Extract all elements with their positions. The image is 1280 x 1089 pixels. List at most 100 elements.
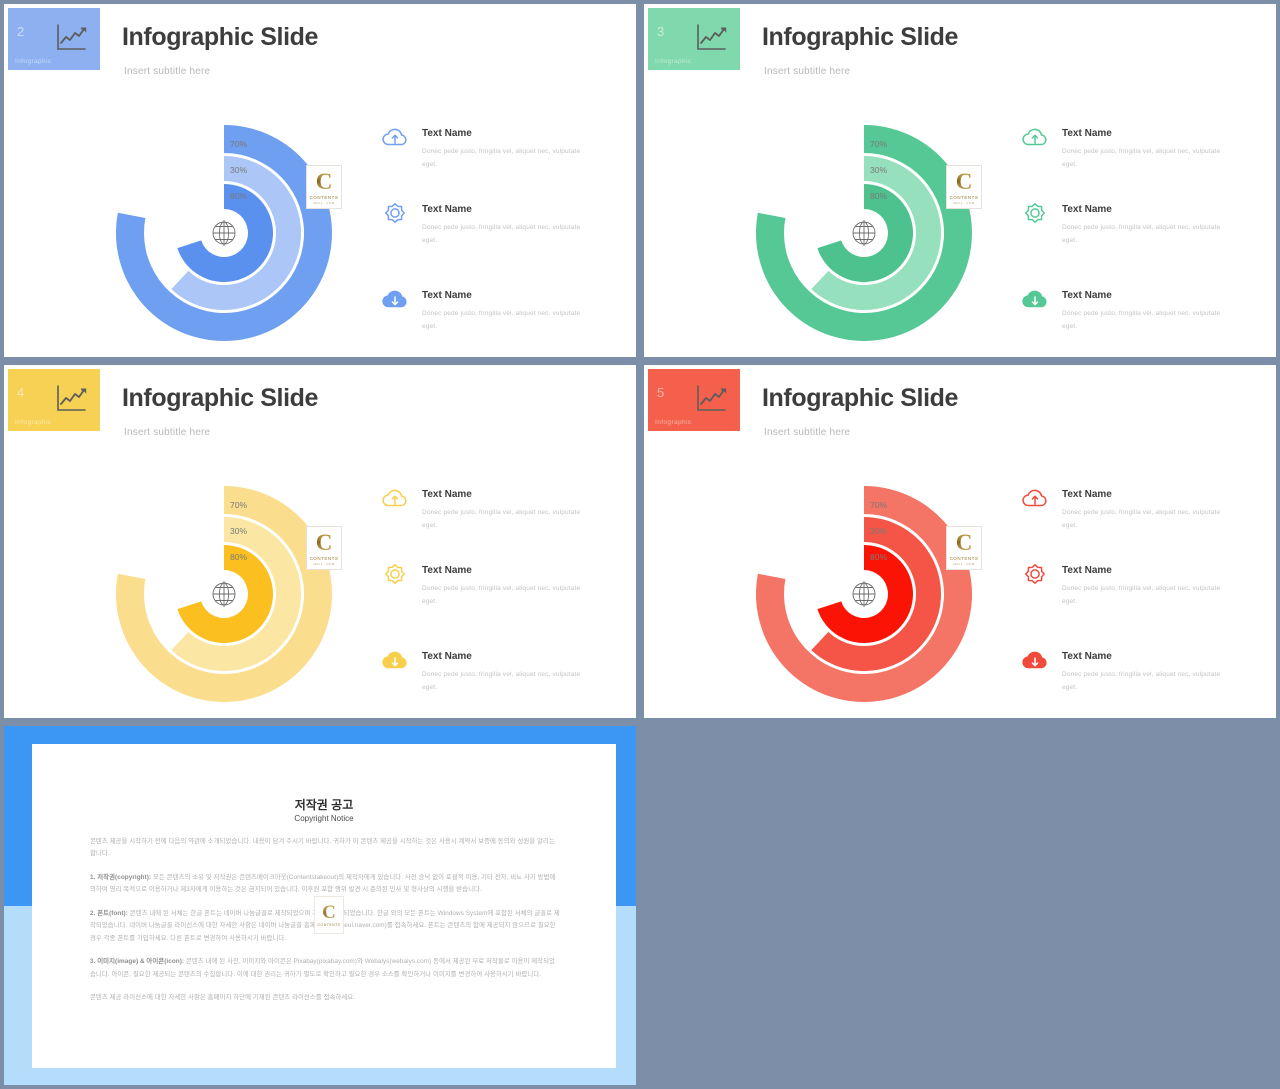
watermark-letter: C [322,902,336,923]
line-chart-icon [52,381,90,415]
logo-subword: MALL . COM [313,561,335,566]
slide-number-badge: 3 Infographic [648,8,740,70]
line-chart-icon [52,20,90,54]
cloud-download-icon [380,286,410,312]
feature-body: Donec pede justo, fringilla vel, aliquet… [1062,671,1221,691]
gear-badge-icon [380,561,410,587]
slide-number-badge: 4 Infographic [8,369,100,431]
logo-letter: C [315,168,333,194]
percent-label-2: 30% [870,165,888,175]
slide-tag: Infographic [15,57,52,65]
logo-subword: MALL . COM [953,200,975,205]
slide-thumbnail[interactable]: 4 Infographic Infographic Slide Insert subt… [4,365,636,718]
slide-subtitle: Insert subtitle here [764,66,851,77]
slide-title: Infographic Slide [122,23,318,51]
feature-body: Donec pede justo, fringilla vel, aliquet… [422,224,581,244]
cloud-upload-icon [380,485,410,511]
ring-inner [817,545,914,643]
feature-item[interactable]: Text Name Donec pede justo, fringilla vel… [380,647,620,718]
feature-body: Donec pede justo, fringilla vel, aliquet… [1062,585,1221,605]
feature-list: Text Name Donec pede justo, fringilla vel… [380,485,620,718]
slide-number: 2 [17,24,25,39]
cloud-download-icon [382,290,407,308]
feature-title: Text Name [1062,204,1112,215]
slide-tag: Infographic [655,418,692,426]
feature-item[interactable]: Text Name Donec pede justo, fringilla vel… [380,124,620,200]
contents-watermark-logo: C CONTENTS [314,896,344,934]
gear-badge-icon [380,200,410,226]
slide-tag: Infographic [655,57,692,65]
feature-body: Donec pede justo, fringilla vel, aliquet… [1062,148,1221,168]
ring-inner [817,184,914,282]
slide-tag: Infographic [15,418,52,426]
percent-label-3: 80% [870,191,888,201]
slide-thumbnail[interactable]: 3 Infographic Infographic Slide Insert subt… [644,4,1276,357]
feature-list: Text Name Donec pede justo, fringilla vel… [380,124,620,357]
feature-body: Donec pede justo, fringilla vel, aliquet… [1062,509,1221,529]
slide-title: Infographic Slide [122,384,318,412]
watermark-word: CONTENTS [317,923,341,927]
copyright-slide[interactable]: 저작권 공고 Copyright Notice 콘텐츠 제공을 시작하기 전에 … [4,726,636,1085]
feature-body: Donec pede justo, fringilla vel, aliquet… [422,310,581,330]
line-chart-icon [692,381,730,415]
copyright-title: 저작권 공고 [294,798,354,812]
ring-inner [177,184,274,282]
percent-label-3: 80% [230,552,248,562]
gear-badge-icon [385,564,405,584]
copyright-paragraph: 콘텐츠 제공을 시작하기 전에 다음의 약관에 소개되었습니다. 내용이 담겨 … [90,838,555,858]
feature-title: Text Name [422,651,472,662]
feature-item[interactable]: Text Name Donec pede justo, fringilla vel… [1020,561,1260,637]
slide-number: 5 [657,385,665,400]
copyright-page: 저작권 공고 Copyright Notice 콘텐츠 제공을 시작하기 전에 … [32,744,616,1068]
feature-body: Donec pede justo, fringilla vel, aliquet… [422,148,581,168]
feature-title: Text Name [422,565,472,576]
feature-title: Text Name [1062,128,1112,139]
logo-letter: C [955,168,973,194]
feature-item[interactable]: Text Name Donec pede justo, fringilla vel… [1020,647,1260,718]
logo-subword: MALL . COM [313,200,335,205]
percent-label-2: 30% [870,526,888,536]
ring-middle [811,517,942,671]
line-chart-icon [692,20,730,54]
radial-progress-chart [748,477,988,702]
feature-item[interactable]: Text Name Donec pede justo, fringilla vel… [1020,286,1260,357]
contents-logo: C CONTENTS MALL . COM [306,165,342,209]
feature-title: Text Name [422,489,472,500]
feature-body: Donec pede justo, fringilla vel, aliquet… [422,509,581,529]
logo-subword: MALL . COM [953,561,975,566]
cloud-upload-icon [1022,128,1047,146]
feature-item[interactable]: Text Name Donec pede justo, fringilla vel… [380,485,620,561]
cloud-download-icon [380,647,410,673]
cloud-upload-icon [382,128,407,146]
feature-body: Donec pede justo, fringilla vel, aliquet… [1062,310,1221,330]
logo-letter: C [315,529,333,555]
percent-label-3: 80% [230,191,248,201]
radial-progress-chart [108,477,348,702]
percent-label-1: 70% [870,139,888,149]
feature-item[interactable]: Text Name Donec pede justo, fringilla vel… [380,200,620,276]
feature-item[interactable]: Text Name Donec pede justo, fringilla vel… [1020,124,1260,200]
copyright-paragraph: 콘텐츠 제공 라이선스에 대한 자세한 사항은 홈페이지 하단에 기재된 콘텐츠… [90,994,356,1002]
gear-badge-icon [385,203,405,223]
feature-body: Donec pede justo, fringilla vel, aliquet… [422,671,581,691]
slide-thumbnail[interactable]: 5 Infographic Infographic Slide Insert subt… [644,365,1276,718]
slide-thumbnail[interactable]: 2 Infographic Infographic Slide Insert subt… [4,4,636,357]
slide-subtitle: Insert subtitle here [124,66,211,77]
copyright-paragraph: 3. 이미지(image) & 아이콘(icon): 콘텐츠 내에 된 사진, … [90,958,555,978]
slide-number-badge: 2 Infographic [8,8,100,70]
feature-item[interactable]: Text Name Donec pede justo, fringilla vel… [380,561,620,637]
feature-item[interactable]: Text Name Donec pede justo, fringilla vel… [380,286,620,357]
feature-title: Text Name [422,290,472,301]
feature-item[interactable]: Text Name Donec pede justo, fringilla vel… [1020,200,1260,276]
cloud-download-icon [1020,647,1050,673]
feature-title: Text Name [1062,489,1112,500]
percent-label-1: 70% [230,139,248,149]
feature-item[interactable]: Text Name Donec pede justo, fringilla vel… [1020,485,1260,561]
copyright-paragraph: 1. 저작권(copyright): 모든 콘텐츠의 소유 및 저작권은 콘텐츠… [90,873,556,894]
logo-word: CONTENTS [949,555,979,561]
percent-label-1: 70% [230,500,248,510]
cloud-upload-icon [1020,485,1050,511]
copyright-subtitle: Copyright Notice [294,814,354,823]
logo-word: CONTENTS [309,194,339,200]
slide-title: Infographic Slide [762,23,958,51]
